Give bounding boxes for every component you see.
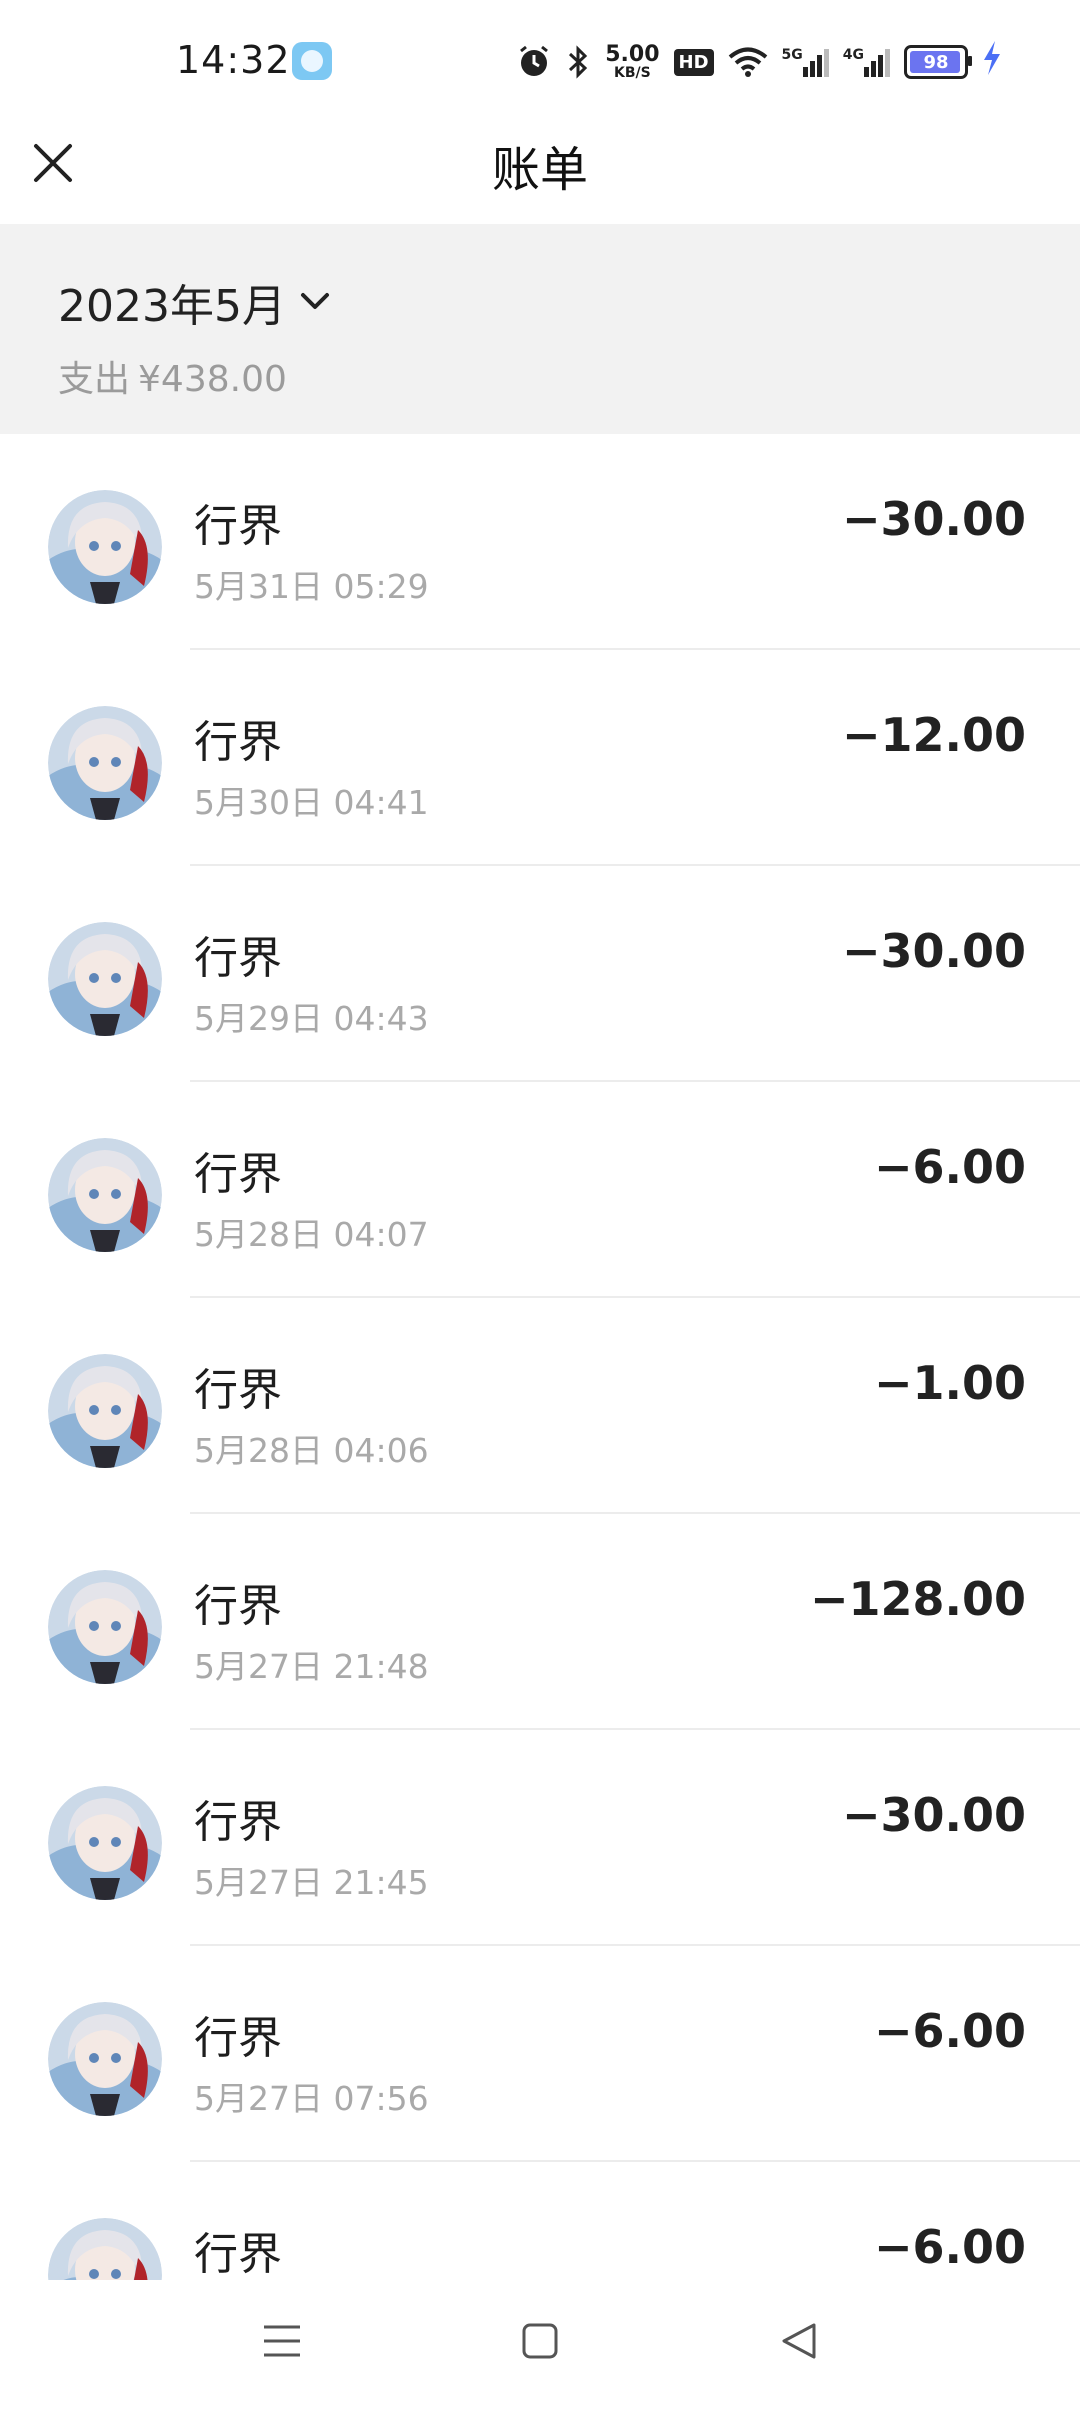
transaction-row[interactable]: 行界 5月28日 04:06 −1.00: [0, 1298, 1080, 1514]
charging-icon: [982, 41, 1002, 83]
transaction-row[interactable]: 行界 5月31日 05:29 −30.00: [0, 434, 1080, 650]
transaction-time: 5月29日 04:43: [194, 999, 429, 1038]
transaction-amount: −6.00: [873, 2004, 1026, 2058]
transaction-name: 行界: [194, 2229, 282, 2280]
signal-5g-label: 5G: [781, 47, 803, 63]
alarm-icon: [517, 45, 551, 79]
transaction-name: 行界: [194, 933, 282, 984]
signal-4g-icon: 4G: [843, 47, 890, 77]
transaction-list[interactable]: 行界 5月31日 05:29 −30.00 行界 5月30日 04:41 −12…: [0, 434, 1080, 2280]
transaction-name: 行界: [194, 1797, 282, 1848]
menu-icon: [264, 2325, 300, 2357]
avatar: [48, 1786, 162, 1900]
transaction-time: 5月31日 05:29: [194, 567, 429, 606]
home-icon: [522, 2323, 558, 2359]
transaction-row[interactable]: 行界 5月29日 04:43 −30.00: [0, 866, 1080, 1082]
header: 账单: [0, 118, 1080, 224]
transaction-time: 5月27日 21:45: [194, 1863, 429, 1902]
transaction-name: 行界: [194, 1365, 282, 1416]
avatar: [48, 1138, 162, 1252]
wifi-icon: [728, 46, 768, 78]
status-time: 14:32: [176, 38, 291, 82]
month-selector[interactable]: 2023年5月: [58, 270, 330, 334]
bluetooth-icon: [565, 45, 591, 79]
status-bar: 14:32 5.00 KB/S HD 5G 4G 98: [0, 0, 1080, 118]
transaction-amount: −30.00: [841, 924, 1026, 978]
transaction-name: 行界: [194, 1581, 282, 1632]
transaction-row[interactable]: 行界 5月27日 21:48 −128.00: [0, 1514, 1080, 1730]
transaction-time: 5月27日 21:48: [194, 1647, 429, 1686]
transaction-amount: −128.00: [809, 1572, 1026, 1626]
transaction-time: 5月30日 04:41: [194, 783, 429, 822]
avatar: [48, 1354, 162, 1468]
signal-5g-icon: 5G: [782, 47, 829, 77]
transaction-row[interactable]: 行界 5月27日 07:56 −6.00: [0, 1946, 1080, 2162]
avatar: [48, 2218, 162, 2280]
transaction-time: 5月27日 07:56: [194, 2079, 429, 2118]
transaction-row[interactable]: 行界 5月30日 04:41 −12.00: [0, 650, 1080, 866]
avatar: [48, 1570, 162, 1684]
back-button[interactable]: [764, 2306, 834, 2376]
avatar: [48, 2002, 162, 2116]
transaction-row[interactable]: 行界 5月27日 21:45 −30.00: [0, 1730, 1080, 1946]
avatar: [48, 706, 162, 820]
transaction-time: 5月28日 04:07: [194, 1215, 429, 1254]
transaction-name: 行界: [194, 1149, 282, 1200]
navigation-bar: [0, 2280, 1080, 2412]
transaction-row[interactable]: 行界 −6.00: [0, 2162, 1080, 2280]
page-title: 账单: [491, 142, 588, 198]
status-icons: 5.00 KB/S HD 5G 4G 98: [517, 38, 1002, 86]
transaction-amount: −6.00: [873, 1140, 1026, 1194]
avatar: [48, 490, 162, 604]
menu-button[interactable]: [247, 2306, 317, 2376]
transaction-amount: −1.00: [873, 1356, 1026, 1410]
transaction-row[interactable]: 行界 5月28日 04:07 −6.00: [0, 1082, 1080, 1298]
signal-4g-label: 4G: [842, 47, 864, 63]
home-button[interactable]: [505, 2306, 575, 2376]
transaction-amount: −12.00: [841, 708, 1026, 762]
back-icon: [782, 2323, 816, 2359]
hd-icon: HD: [673, 48, 714, 76]
expense-amount: ¥438.00: [138, 359, 287, 400]
chevron-down-icon: [300, 293, 329, 309]
transaction-name: 行界: [194, 501, 282, 552]
transaction-amount: −30.00: [841, 1788, 1026, 1842]
app-icon: [292, 42, 332, 80]
network-speed-unit: KB/S: [614, 65, 651, 81]
transaction-time: 5月28日 04:06: [194, 1431, 429, 1470]
transaction-name: 行界: [194, 717, 282, 768]
month-label: 2023年5月: [58, 281, 286, 332]
battery-level: 98: [923, 51, 949, 73]
network-speed: 5.00 KB/S: [605, 42, 660, 81]
transaction-amount: −6.00: [873, 2220, 1026, 2274]
month-summary: 2023年5月 支出 ¥438.00: [0, 224, 1080, 434]
transaction-name: 行界: [194, 2013, 282, 2064]
network-speed-value: 5.00: [605, 42, 660, 67]
expense-label: 支出: [58, 359, 131, 400]
avatar: [48, 922, 162, 1036]
expense-summary: 支出 ¥438.00: [58, 350, 287, 402]
battery-icon: 98: [904, 45, 972, 79]
transaction-amount: −30.00: [841, 492, 1026, 546]
